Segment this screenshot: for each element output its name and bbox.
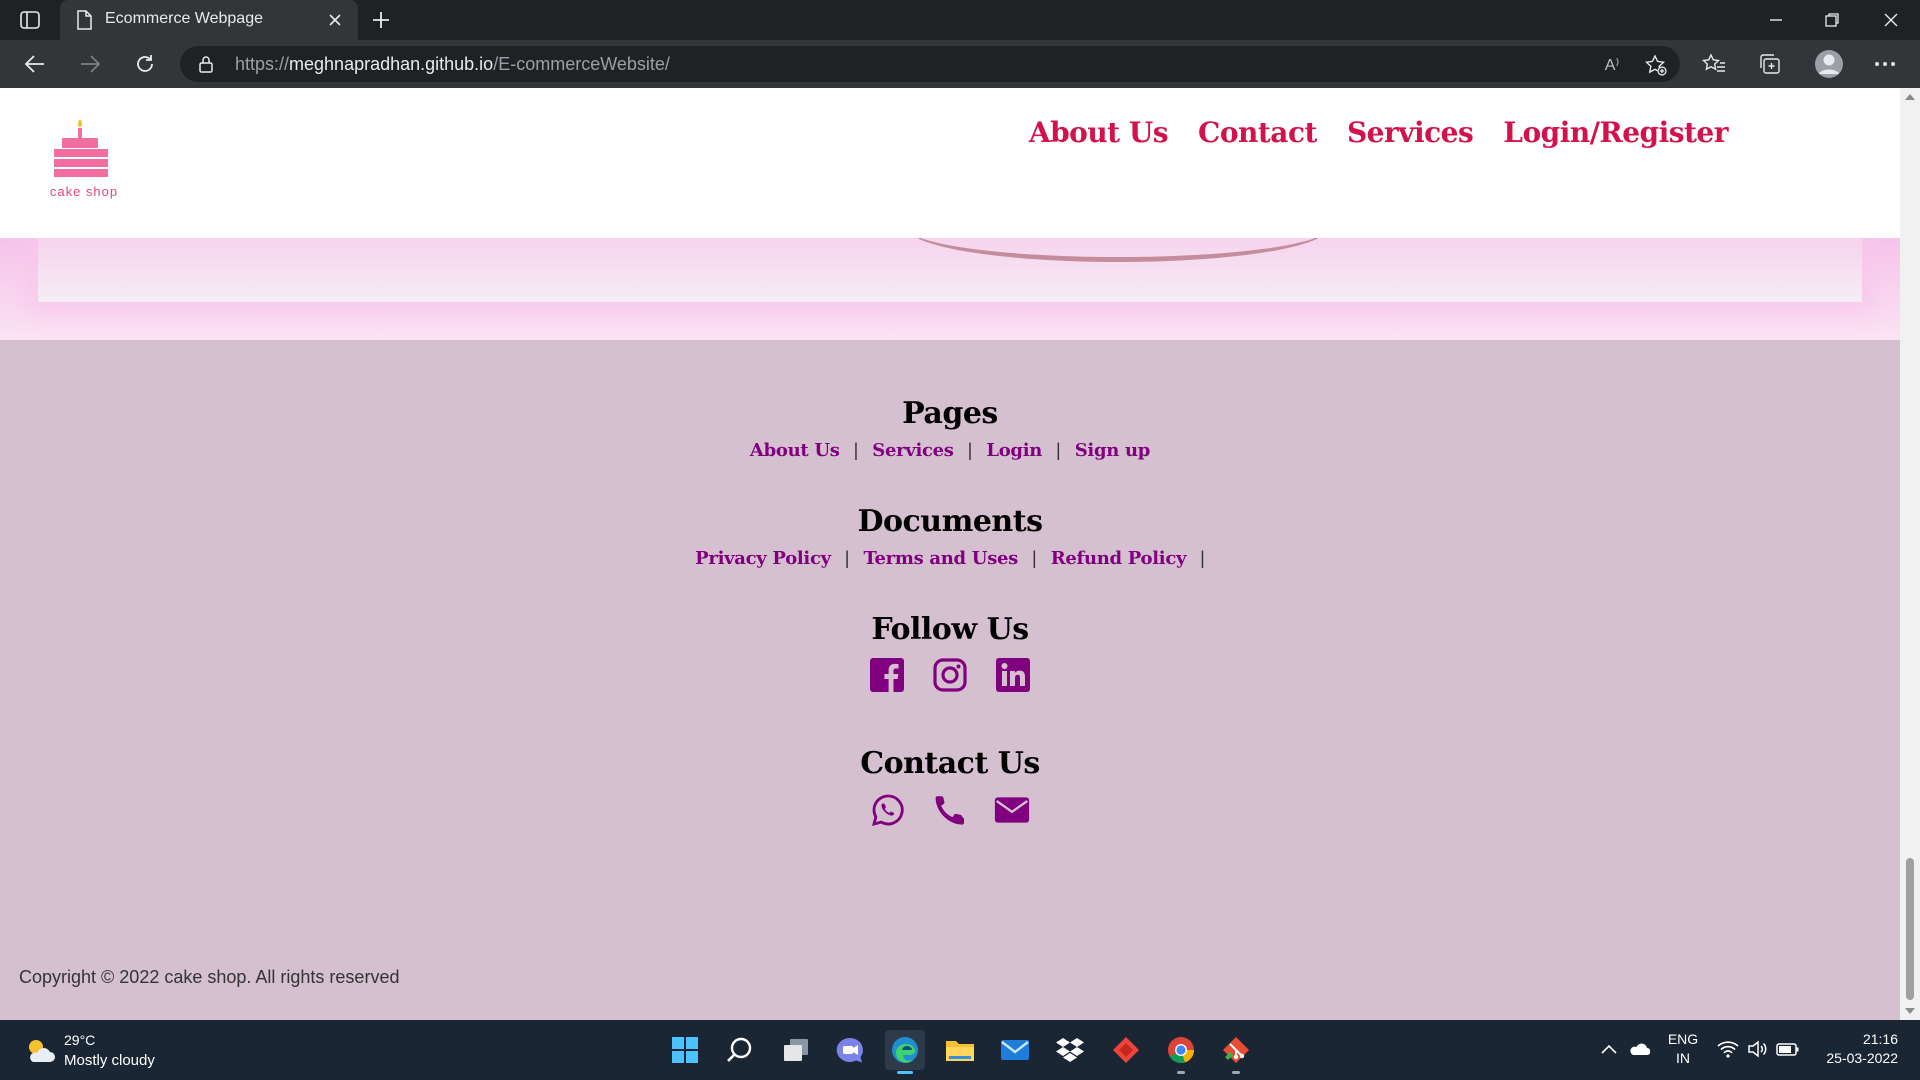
facebook-icon[interactable] xyxy=(869,657,905,693)
language-code: ENG xyxy=(1667,1031,1699,1047)
browser-titlebar: Ecommerce Webpage xyxy=(0,0,1920,40)
partly-cloudy-icon xyxy=(29,1040,55,1062)
temperature: 29°C xyxy=(64,1032,96,1048)
footer-link-services[interactable]: Services xyxy=(872,440,954,461)
separator: | xyxy=(844,548,850,568)
site-footer: Pages About Us | Services | Login | Sign… xyxy=(0,340,1900,1020)
close-window-icon[interactable] xyxy=(1876,8,1906,32)
documents-heading: Documents xyxy=(857,504,1044,539)
clock[interactable]: 21:16 25-03-2022 xyxy=(1826,1030,1898,1068)
logo-text: cake shop xyxy=(49,184,119,199)
region-code: IN xyxy=(1676,1050,1690,1066)
copyright-text: Copyright © 2022 cake shop. All rights r… xyxy=(19,967,400,987)
chat-icon[interactable] xyxy=(830,1030,870,1070)
footer-link-refund-policy[interactable]: Refund Policy xyxy=(1051,548,1187,569)
separator: | xyxy=(1032,548,1037,568)
pages-links: About Us | Services | Login | Sign up xyxy=(0,440,1900,461)
time: 21:16 xyxy=(1862,1031,1898,1047)
chevron-up-icon[interactable] xyxy=(1597,1038,1621,1060)
anydesk-icon[interactable] xyxy=(1106,1030,1146,1070)
nav-services[interactable]: Services xyxy=(1347,116,1474,149)
contact-us-heading: Contact Us xyxy=(860,746,1040,781)
hero-card xyxy=(38,238,1862,302)
collections-icon[interactable] xyxy=(1757,52,1783,76)
envelope-icon[interactable] xyxy=(994,792,1030,828)
follow-us-heading: Follow Us xyxy=(871,612,1029,647)
wifi-icon[interactable] xyxy=(1716,1038,1740,1060)
input-language[interactable]: ENG IN xyxy=(1666,1030,1700,1068)
start-icon[interactable] xyxy=(665,1030,705,1070)
phone-icon[interactable] xyxy=(932,792,968,828)
nav-login-register[interactable]: Login/Register xyxy=(1503,116,1728,149)
page-viewport: cake shop About Us Contact Services Logi… xyxy=(0,88,1900,1020)
dropbox-icon[interactable] xyxy=(1050,1030,1090,1070)
back-icon[interactable] xyxy=(20,50,50,78)
onedrive-icon[interactable] xyxy=(1627,1038,1651,1060)
more-options-icon[interactable] xyxy=(1872,52,1898,76)
contact-icons xyxy=(0,792,1900,828)
date: 25-03-2022 xyxy=(1826,1050,1898,1066)
running-indicator xyxy=(1177,1071,1185,1074)
footer-link-login[interactable]: Login xyxy=(986,440,1042,461)
favorites-icon[interactable] xyxy=(1701,52,1727,76)
page-scrollbar[interactable] xyxy=(1900,88,1920,1020)
scrollbar-thumb[interactable] xyxy=(1906,858,1914,1000)
profile-avatar-icon[interactable] xyxy=(1813,48,1845,80)
reload-icon[interactable] xyxy=(130,50,160,78)
nav-about-us[interactable]: About Us xyxy=(1029,116,1169,149)
close-tab-icon[interactable] xyxy=(324,9,346,31)
page-icon xyxy=(74,10,94,30)
new-tab-icon[interactable] xyxy=(368,7,394,33)
task-view-icon[interactable] xyxy=(776,1030,816,1070)
tab-actions-icon[interactable] xyxy=(18,9,42,31)
social-icons xyxy=(0,657,1900,693)
tab-ecommerce-webpage[interactable]: Ecommerce Webpage xyxy=(60,0,358,40)
browser-toolbar: https://meghnapradhan.github.io/E-commer… xyxy=(0,40,1920,88)
footer-link-about-us[interactable]: About Us xyxy=(750,440,840,461)
read-aloud-icon[interactable]: A⁾ xyxy=(1600,54,1624,76)
documents-links: Privacy Policy | Terms and Uses | Refund… xyxy=(0,548,1900,569)
active-indicator xyxy=(897,1071,913,1074)
instagram-icon[interactable] xyxy=(932,657,968,693)
edge-icon[interactable] xyxy=(885,1030,925,1074)
running-indicator xyxy=(1232,1071,1240,1074)
scroll-up-icon[interactable] xyxy=(1905,94,1915,100)
footer-link-sign-up[interactable]: Sign up xyxy=(1075,440,1151,461)
battery-icon[interactable] xyxy=(1776,1038,1800,1060)
scroll-down-icon[interactable] xyxy=(1905,1008,1915,1014)
whatsapp-icon[interactable] xyxy=(870,792,906,828)
url-text: https://meghnapradhan.github.io/E-commer… xyxy=(235,54,670,74)
add-favorite-icon[interactable] xyxy=(1644,54,1668,76)
separator: | xyxy=(853,440,859,460)
separator: | xyxy=(1056,440,1061,460)
minimize-icon[interactable] xyxy=(1761,8,1791,32)
search-icon[interactable] xyxy=(720,1030,760,1070)
site-header: cake shop About Us Contact Services Logi… xyxy=(0,88,1900,238)
chrome-icon[interactable] xyxy=(1161,1030,1201,1074)
separator: | xyxy=(967,440,973,460)
footer-link-terms-and-uses[interactable]: Terms and Uses xyxy=(863,548,1018,569)
cake-logo-icon xyxy=(54,119,108,177)
mail-icon[interactable] xyxy=(995,1030,1035,1070)
logo[interactable]: cake shop xyxy=(48,118,120,200)
file-explorer-icon[interactable] xyxy=(940,1030,980,1070)
linkedin-icon[interactable] xyxy=(995,657,1031,693)
footer-link-privacy-policy[interactable]: Privacy Policy xyxy=(695,548,831,569)
restore-icon[interactable] xyxy=(1817,8,1847,32)
hero-section-bottom xyxy=(0,238,1900,340)
weather-condition: Mostly cloudy xyxy=(64,1052,155,1069)
nav-contact[interactable]: Contact xyxy=(1198,116,1317,149)
lock-icon[interactable] xyxy=(197,55,215,73)
tab-title: Ecommerce Webpage xyxy=(105,10,263,27)
main-nav: About Us Contact Services Login/Register xyxy=(1029,116,1729,149)
volume-icon[interactable] xyxy=(1746,1038,1770,1060)
forward-icon[interactable] xyxy=(75,50,105,78)
pages-heading: Pages xyxy=(902,396,998,431)
address-bar[interactable]: https://meghnapradhan.github.io/E-commer… xyxy=(180,46,1680,82)
windows-taskbar: 29°C Mostly cloudy ENG IN 21:16 25-03-20… xyxy=(0,1020,1920,1080)
separator: | xyxy=(1200,548,1205,568)
git-icon[interactable] xyxy=(1216,1030,1256,1074)
